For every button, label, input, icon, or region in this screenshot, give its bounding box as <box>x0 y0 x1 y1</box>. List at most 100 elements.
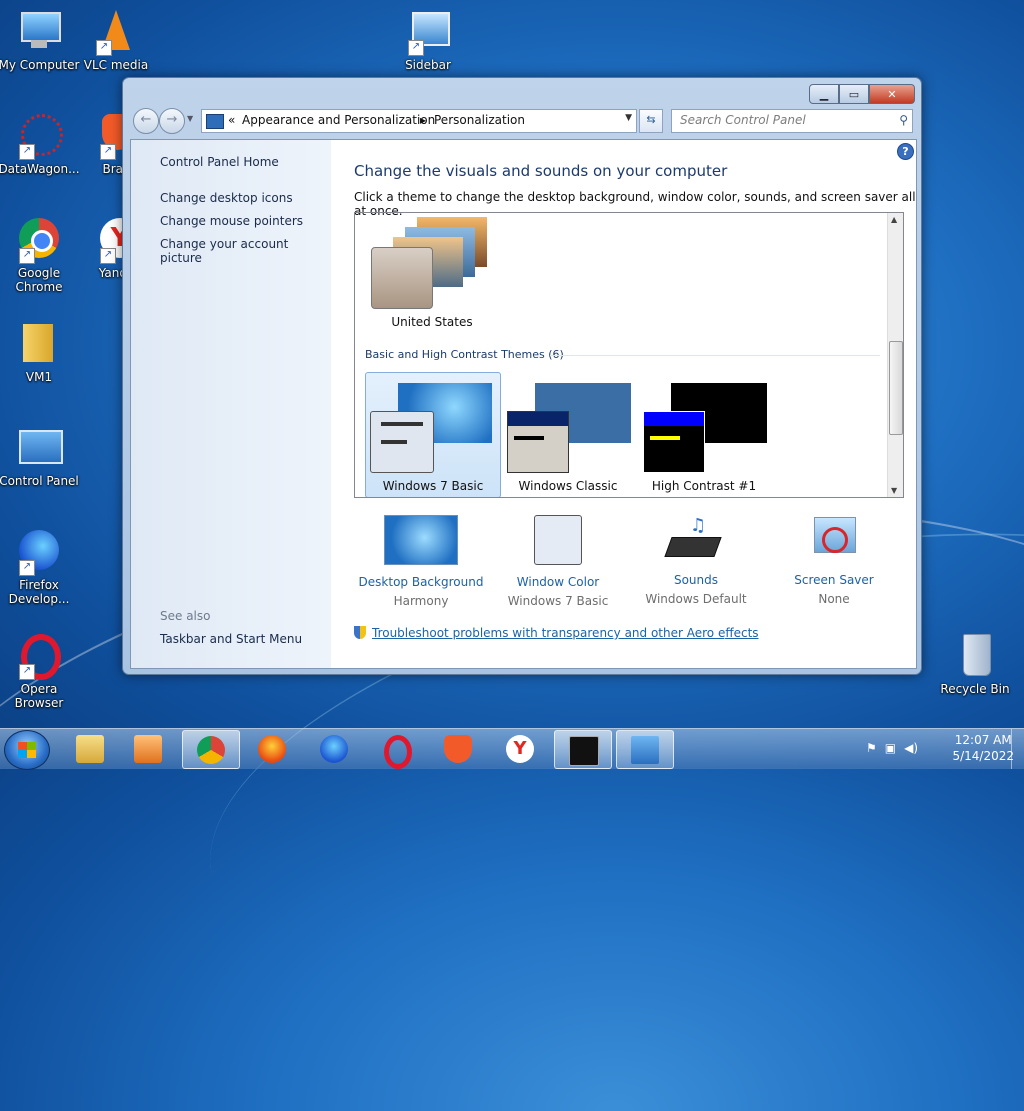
address-bar[interactable]: « Appearance and Personalization ▸ Perso… <box>201 109 637 133</box>
taskbar-brave[interactable] <box>430 730 486 767</box>
theme-list-scrollbar[interactable]: ▲ ▼ <box>887 213 903 497</box>
shortcut-arrow-icon: ↗ <box>19 560 35 576</box>
group-divider <box>550 355 880 356</box>
back-button[interactable]: ← <box>133 108 159 134</box>
search-icon[interactable]: ⚲ <box>899 113 908 127</box>
theme-group-label: Basic and High Contrast Themes (6) <box>365 348 564 361</box>
desktop-icon-sidebar[interactable]: ↗ Sidebar <box>386 8 470 72</box>
volume-icon[interactable]: ◀) <box>904 741 918 755</box>
desktop-icon-firefox-dev[interactable]: ↗ Firefox Develop... <box>0 528 81 606</box>
action-center-flag-icon[interactable]: ⚑ <box>866 741 877 755</box>
refresh-button[interactable]: ⇆ <box>639 109 663 133</box>
user-folder-icon <box>15 320 63 368</box>
theme-options-row: Desktop Background Harmony Window Color … <box>351 515 904 608</box>
desktop-icon-opera[interactable]: ↗ Opera Browser <box>0 632 81 710</box>
troubleshoot-label[interactable]: Troubleshoot problems with transparency … <box>372 626 759 640</box>
taskbar-firefox[interactable] <box>244 730 300 767</box>
desktop-icon-datawagon[interactable]: ↗ DataWagon... <box>0 112 81 176</box>
shortcut-arrow-icon: ↗ <box>19 248 35 264</box>
taskbar-opera[interactable] <box>368 730 424 769</box>
firefox-developer-icon: ↗ <box>15 528 63 576</box>
option-label[interactable]: Sounds <box>626 573 766 587</box>
taskbar-control-panel[interactable] <box>616 730 674 769</box>
screen-saver-option[interactable]: Screen Saver None <box>764 515 904 606</box>
theme-high-contrast-1[interactable]: High Contrast #1 <box>637 373 771 497</box>
shield-icon <box>354 626 366 639</box>
desktop-icon-vm1[interactable]: VM1 <box>0 320 81 384</box>
firefox-icon <box>258 735 286 763</box>
address-overflow[interactable]: « <box>228 113 235 127</box>
yandex-icon: Y <box>506 735 534 763</box>
desktop-icon-vlc[interactable]: ↗ VLC media player <box>74 8 158 72</box>
start-button[interactable] <box>4 730 50 770</box>
forward-button[interactable]: → <box>159 108 185 134</box>
scroll-down-icon[interactable]: ▼ <box>891 486 897 495</box>
theme-windows-classic[interactable]: Windows Classic <box>501 373 635 497</box>
clock[interactable]: 12:07 AM 5/14/2022 <box>952 732 1014 764</box>
close-button[interactable]: ✕ <box>869 84 915 104</box>
desktop-icon-chrome[interactable]: ↗ Google Chrome <box>0 216 81 294</box>
window-color-option[interactable]: Window Color Windows 7 Basic <box>488 515 628 608</box>
desktop-background-option[interactable]: Desktop Background Harmony <box>351 515 491 608</box>
troubleshoot-aero-link[interactable]: Troubleshoot problems with transparency … <box>354 626 759 640</box>
option-label[interactable]: Window Color <box>488 575 628 589</box>
option-value: Harmony <box>393 594 449 608</box>
personalization-window: ▁ ▭ ✕ ← → ▼ « Appearance and Personaliza… <box>122 77 922 675</box>
taskbar: Y ⚑ ▣ ◀) 12:07 AM 5/14/2022 <box>0 728 1024 770</box>
see-also-heading: See also <box>160 609 211 623</box>
search-input[interactable]: Search Control Panel <box>680 113 806 127</box>
minimize-button[interactable]: ▁ <box>809 84 839 104</box>
show-desktop-button[interactable] <box>1011 729 1024 769</box>
breadcrumb-separator-icon[interactable]: ▸ <box>420 113 426 127</box>
address-dropdown-icon[interactable]: ▼ <box>625 113 632 123</box>
help-icon[interactable]: ? <box>897 143 914 160</box>
change-desktop-icons-link[interactable]: Change desktop icons <box>160 191 293 205</box>
desktop-icon-my-computer[interactable]: My Computer <box>0 8 81 72</box>
breadcrumb-personalization[interactable]: Personalization <box>434 113 525 127</box>
theme-windows-7-basic[interactable]: Windows 7 Basic <box>365 372 501 497</box>
desktop-icon-label: Opera Browser <box>14 682 64 710</box>
window-controls: ▁ ▭ ✕ <box>809 84 915 104</box>
change-account-picture-link[interactable]: Change your account picture <box>160 237 331 265</box>
taskbar-command-prompt[interactable] <box>554 730 612 769</box>
option-label[interactable]: Desktop Background <box>351 575 491 589</box>
clock-date: 5/14/2022 <box>952 749 1014 763</box>
windows-logo-icon-lower <box>18 750 36 758</box>
maximize-button[interactable]: ▭ <box>839 84 869 104</box>
breadcrumb-appearance[interactable]: Appearance and Personalization <box>242 113 435 127</box>
recent-pages-dropdown-icon[interactable]: ▼ <box>187 114 193 123</box>
desktop-icon-label: Recycle Bin <box>940 682 1010 696</box>
shortcut-arrow-icon: ↗ <box>408 40 424 56</box>
option-value: None <box>818 592 850 606</box>
scroll-up-icon[interactable]: ▲ <box>891 215 897 224</box>
shortcut-arrow-icon: ↗ <box>100 248 116 264</box>
command-prompt-icon <box>569 736 599 766</box>
option-value: Windows 7 Basic <box>507 594 609 608</box>
datawagon-icon: ↗ <box>15 112 63 160</box>
desktop-icon-label: VLC media player <box>83 58 149 72</box>
option-value: Windows Default <box>645 592 747 606</box>
theme-preview <box>366 373 500 473</box>
network-icon[interactable]: ▣ <box>885 741 896 755</box>
theme-united-states[interactable]: United States <box>367 217 497 335</box>
brave-lion-icon <box>444 735 472 763</box>
shortcut-arrow-icon: ↗ <box>19 144 35 160</box>
desktop-icon-control-panel[interactable]: Control Panel <box>0 424 81 488</box>
taskbar-chrome[interactable] <box>182 730 240 769</box>
taskbar-media-player[interactable] <box>120 730 176 767</box>
window-color-icon <box>534 515 582 565</box>
option-label[interactable]: Screen Saver <box>764 573 904 587</box>
control-panel-home-link[interactable]: Control Panel Home <box>160 155 279 169</box>
desktop-icon-label: Google Chrome <box>15 266 63 294</box>
sounds-option[interactable]: ♫ Sounds Windows Default <box>626 515 766 606</box>
change-mouse-pointers-link[interactable]: Change mouse pointers <box>160 214 303 228</box>
taskbar-start-menu-link[interactable]: Taskbar and Start Menu <box>160 632 302 646</box>
desktop-icon-label: DataWagon... <box>0 162 80 176</box>
search-box[interactable]: Search Control Panel ⚲ <box>671 109 913 133</box>
scroll-thumb[interactable] <box>889 341 903 435</box>
taskbar-explorer[interactable] <box>62 730 118 767</box>
desktop-icon-recycle-bin[interactable]: Recycle Bin <box>933 632 1017 696</box>
computer-icon <box>15 8 63 56</box>
taskbar-firefox-developer[interactable] <box>306 730 362 767</box>
taskbar-yandex[interactable]: Y <box>492 730 548 767</box>
